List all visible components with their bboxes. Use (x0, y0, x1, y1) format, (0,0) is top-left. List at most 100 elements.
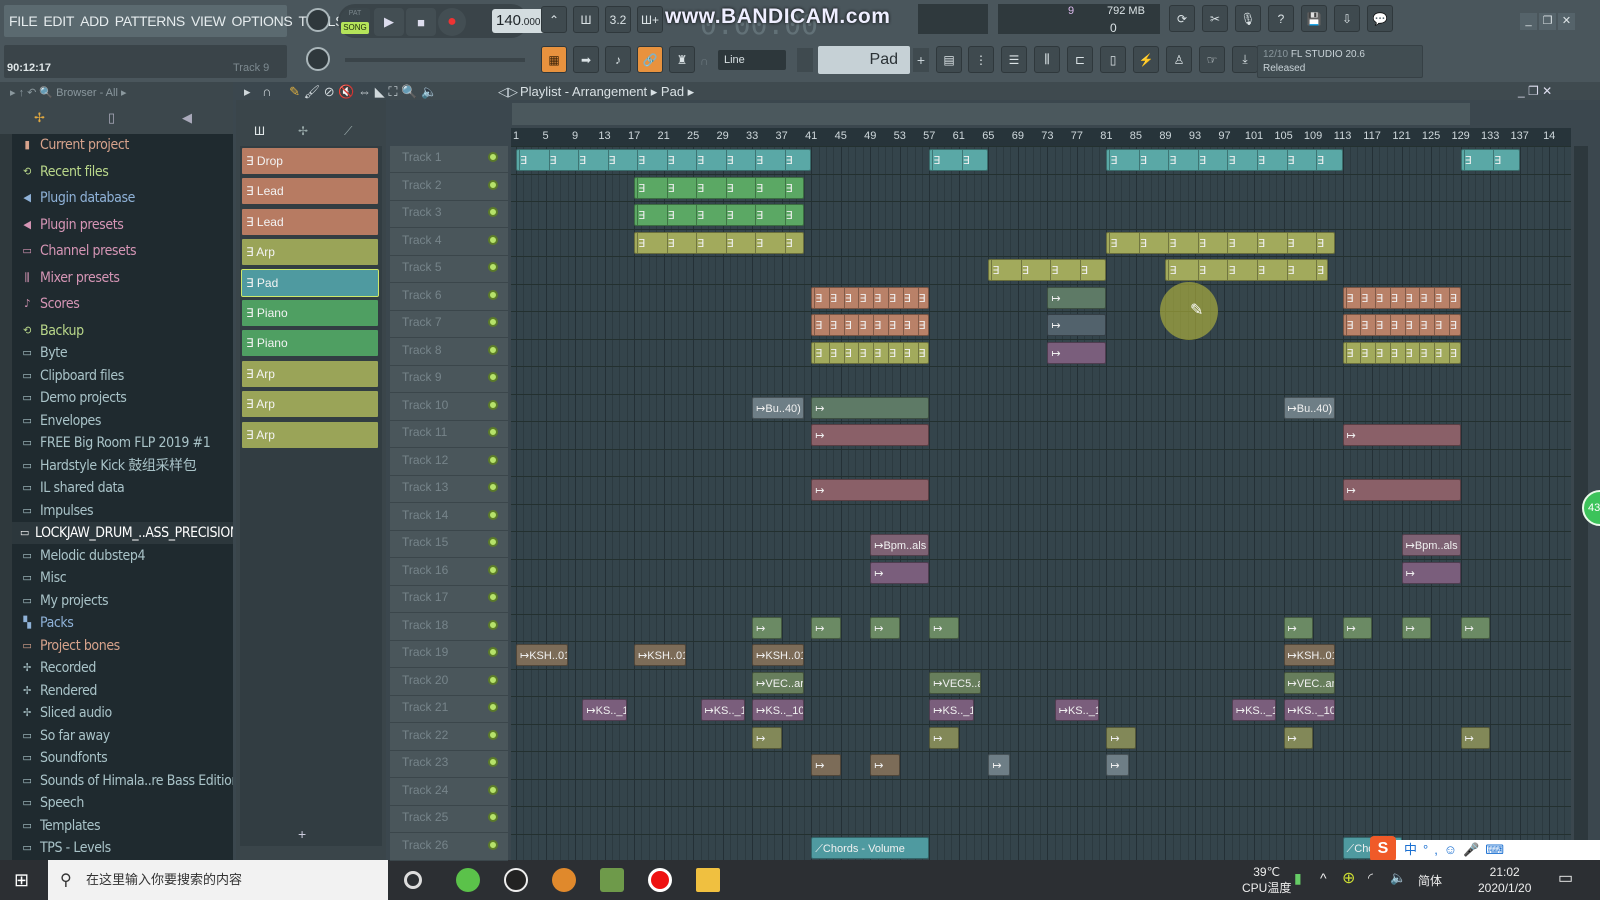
tempo-field[interactable]: 140.000 (492, 9, 548, 33)
audio-clip[interactable]: ↦ (870, 561, 930, 584)
countdown-button[interactable]: 3.2 (605, 6, 631, 33)
pattern-clip[interactable]: ∃ ∃ ∃ ∃ ∃ ∃ ∃ ∃ (1342, 286, 1461, 309)
track-mute-led[interactable] (488, 344, 498, 355)
slide-button[interactable]: ♪ (605, 46, 631, 73)
audio-clip[interactable]: ↦ (1342, 616, 1373, 639)
pattern-prev-button[interactable] (797, 48, 813, 72)
menu-edit[interactable]: EDIT (43, 13, 74, 29)
audio-clip[interactable]: ↦KSH..01 (634, 644, 686, 666)
news-panel[interactable]: 12/10 FL STUDIO 20.6 Released (1257, 45, 1423, 78)
pattern-clip[interactable]: ∃ ∃ ∃ ∃ ∃ ∃ ∃ ∃ (1106, 231, 1336, 254)
piano-roll-button[interactable]: ⋮ (968, 46, 994, 73)
track-mute-led[interactable] (488, 289, 498, 300)
wifi-icon[interactable]: ◜ (1368, 870, 1373, 886)
paint-icon[interactable]: 🖌 (304, 84, 321, 99)
audio-clip[interactable]: ↦ (988, 754, 1011, 776)
browser-item[interactable]: ♪ Scores (20, 293, 80, 315)
playback-icon[interactable]: 🔈 (421, 84, 437, 99)
track-header[interactable]: Track 4 (390, 229, 508, 256)
browser-item[interactable]: ◀ Plugin database (20, 187, 135, 209)
snap-select[interactable]: Line (718, 50, 786, 70)
audio-clip[interactable]: ↦KS.._10 (929, 699, 974, 721)
audio-clip[interactable]: ↦ (929, 616, 959, 639)
track-mute-led[interactable] (488, 537, 498, 547)
pattern-clip[interactable]: ∃ ∃ ∃ ∃ ∃ ∃ ∃ ∃ (1106, 149, 1343, 171)
audio-clip[interactable]: ↦KSH..01 (516, 644, 568, 666)
track-mute-led[interactable] (488, 372, 498, 382)
wait-for-input-button[interactable]: Ш (573, 6, 599, 33)
master-pitch-knob[interactable] (306, 47, 330, 71)
track-header[interactable]: Track 10 (390, 394, 508, 421)
undo-history-button[interactable]: ⟳ (1169, 5, 1195, 32)
audio-clip[interactable]: ↦ (811, 616, 841, 639)
minimize-icon[interactable]: _ (1520, 13, 1537, 30)
pattern-clip[interactable]: ∃ ∃ ∃ ∃ ∃ ∃ ∃ ∃ (1342, 341, 1461, 364)
browser-item[interactable]: ✢ Rendered (20, 680, 97, 702)
browser-button[interactable]: ⊏ (1067, 46, 1093, 73)
audio-clip[interactable]: ↦KS.._10 (1283, 699, 1336, 721)
pattern-item[interactable]: ∃ Piano (242, 330, 378, 357)
pattern-clip[interactable]: ∃ ∃ ∃ ∃ ∃ ∃ ∃ ∃ (811, 314, 930, 336)
record-button[interactable]: ● (438, 8, 466, 36)
browser-item[interactable]: ▭ Channel presets (20, 240, 137, 262)
pattern-clip[interactable]: ∃ ∃ ∃ ∃ ∃ ∃ (634, 176, 804, 199)
track-header[interactable]: Track 17 (390, 586, 508, 613)
audio-clip[interactable]: ↦KS.._10 (1054, 699, 1099, 721)
pattern-item[interactable]: ∃ Pad (241, 268, 379, 297)
audio-clip[interactable]: ↦ (1401, 616, 1432, 639)
save-button[interactable]: 💾 (1301, 5, 1327, 32)
menu-add[interactable]: ADD (80, 13, 109, 29)
menu-options[interactable]: OPTIONS (232, 13, 293, 29)
audio-clip[interactable]: ↦ (870, 754, 900, 776)
audio-clip[interactable]: ↦VEC5..ars (929, 671, 981, 694)
track-mute-led[interactable] (488, 619, 498, 630)
browser-item[interactable]: ▭ TPS - Levels (20, 837, 112, 859)
pattern-clip[interactable]: ∃ ∃ ∃ ∃ ∃ ∃ ∃ ∃ ∃ ∃ (516, 149, 812, 171)
audio-clip[interactable]: ↦KSH..01 (752, 644, 804, 666)
audio-clip[interactable]: ↦ (1283, 616, 1314, 639)
browser-item[interactable]: ▭ So far away (20, 725, 111, 747)
timeline-ruler[interactable]: 1 5 9 13 17 21 25 29 33 37 41 45 49 53 57 61 65 69 73 77 81 8… (511, 128, 1571, 146)
audio-clip[interactable]: ↦ (1047, 286, 1107, 309)
track-header[interactable]: Track 1 (390, 146, 508, 173)
metronome-button[interactable]: ⌃ (541, 6, 567, 33)
track-header[interactable]: Track 8 (390, 339, 508, 366)
track-header[interactable]: Track 6 (390, 284, 508, 311)
edison-button[interactable]: ✂ (1202, 5, 1228, 32)
track-mute-led[interactable] (488, 179, 498, 190)
track-mute-led[interactable] (488, 839, 498, 850)
audio-clip[interactable]: ↦Bpm..als (870, 534, 930, 556)
minimize-icon[interactable]: _ (1518, 84, 1525, 98)
browser-item[interactable]: ▭ FREE Big Room FLP 2019 #1 (20, 432, 211, 454)
touch-controller-button[interactable]: ♙ (1166, 46, 1192, 73)
track-mute-led[interactable] (488, 702, 498, 712)
audio-clip[interactable]: ↦ (929, 726, 959, 749)
pattern-item[interactable]: ∃ Drop (242, 148, 378, 174)
track-header[interactable]: Track 9 (390, 366, 508, 393)
browser-item[interactable]: ▭ Speech (20, 792, 85, 814)
browser-item[interactable]: ▭ My projects (20, 590, 109, 612)
audio-clip[interactable]: ↦KSH..01 (1283, 644, 1336, 666)
minecraft-icon[interactable] (600, 868, 624, 892)
ime-toolbar[interactable]: 中°,☺🎤⌨ (1390, 840, 1600, 860)
zoom-icon[interactable]: 🔍 (401, 84, 417, 99)
menu-patterns[interactable]: PATTERNS (115, 13, 186, 29)
audio-clip[interactable]: ↦ (1283, 726, 1314, 749)
audio-clip[interactable]: ↦ (811, 754, 841, 776)
track-mute-led[interactable] (488, 647, 498, 657)
audio-clip[interactable]: ↦Bpm..als (1401, 534, 1461, 556)
automation-clip[interactable]: ⟋Chords - Volume (811, 836, 930, 859)
browser-item[interactable]: ▭ Misc (20, 567, 67, 589)
browser-item[interactable]: ▭ Melodic dubstep4 (20, 545, 146, 567)
pencil-icon[interactable]: ✎ (289, 84, 300, 99)
browser-item[interactable]: ▭ Byte (20, 342, 68, 364)
master-volume-knob[interactable] (306, 8, 330, 32)
file-explorer-icon[interactable] (696, 868, 720, 892)
audio-clip[interactable]: ↦ (811, 396, 930, 419)
browser-item[interactable]: ▭ Soundfonts (20, 747, 108, 769)
track-mute-led[interactable] (488, 234, 498, 245)
audio-clip[interactable]: ↦KS.._10 (700, 699, 745, 721)
pat-song-toggle[interactable]: PAT SONG (340, 8, 370, 36)
add-track-icon[interactable]: + (298, 826, 306, 842)
audio-clip[interactable]: ↦Bu..40) (752, 396, 804, 419)
